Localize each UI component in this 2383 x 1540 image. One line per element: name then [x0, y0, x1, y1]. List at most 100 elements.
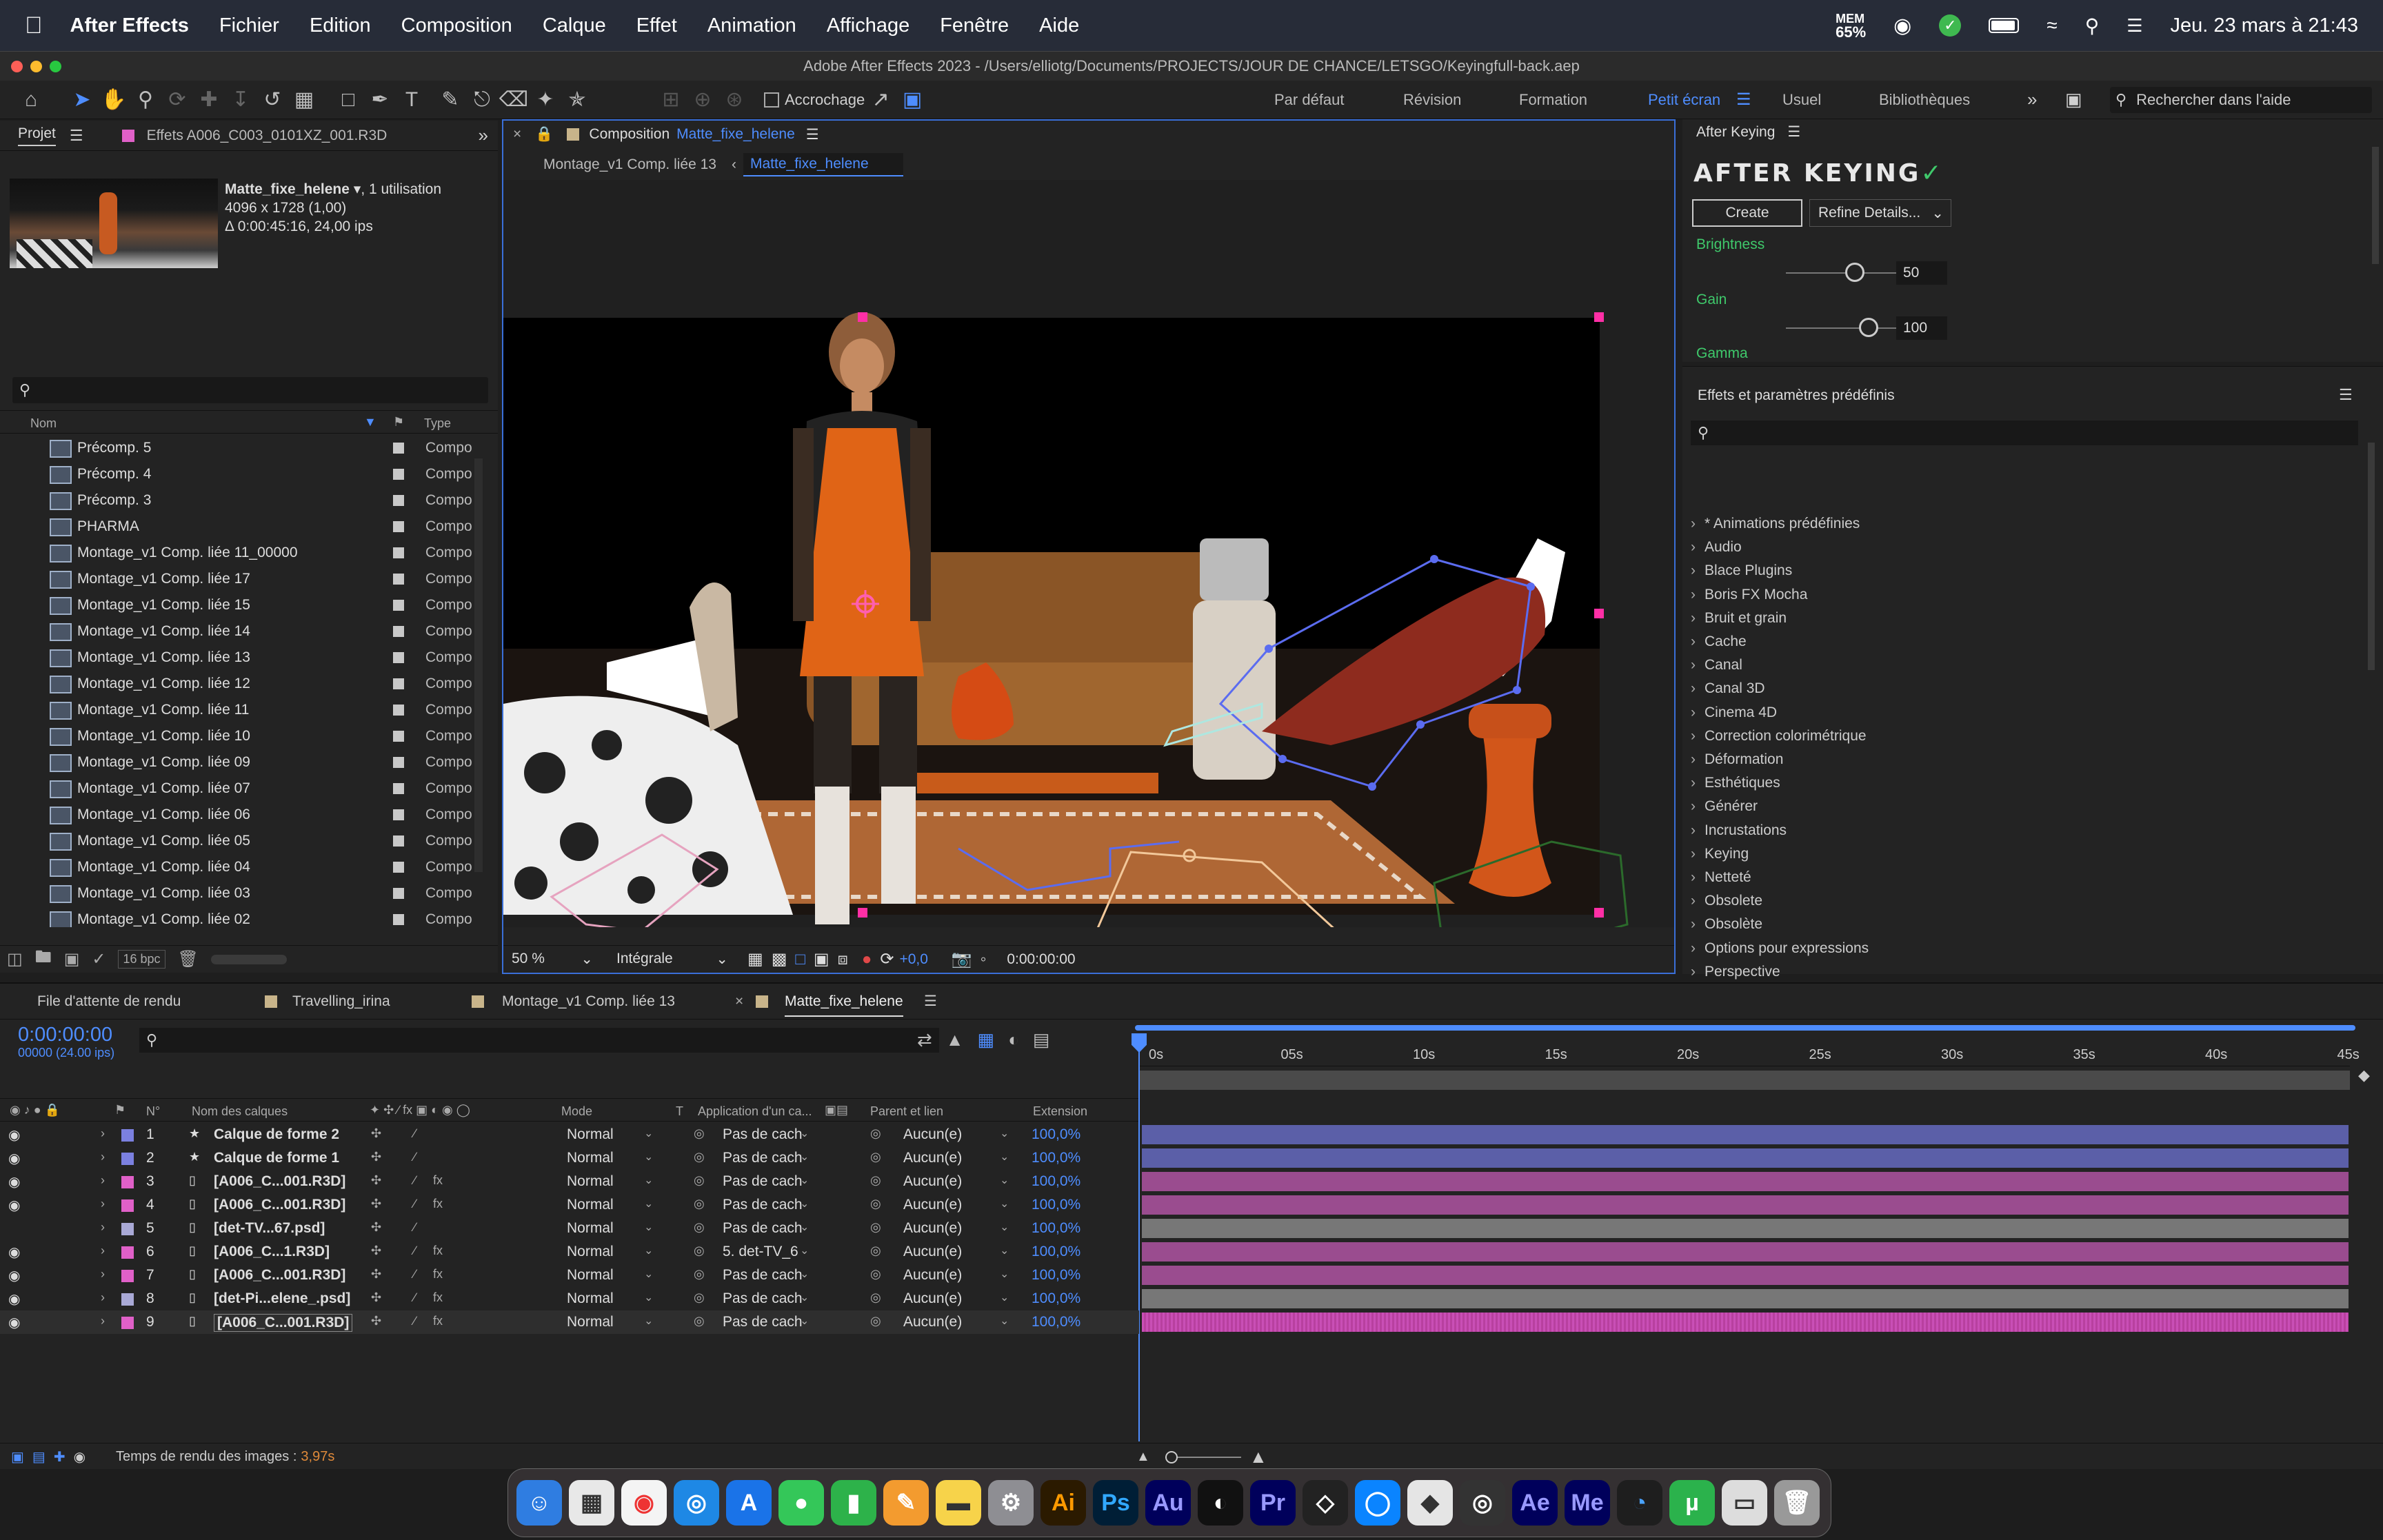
orbit-tool-icon[interactable]: ⟳ — [161, 84, 193, 116]
label-swatch[interactable] — [393, 574, 404, 585]
project-item[interactable]: Montage_v1 Comp. liée 13 Compo — [0, 645, 483, 671]
dock-r-glages-icon[interactable]: ⚙ — [988, 1480, 1034, 1526]
visibility-eye-icon[interactable]: ◉ — [8, 1126, 20, 1144]
chevron-right-icon[interactable]: › — [1691, 728, 1705, 744]
dock-numbers-icon[interactable]: ▮ — [831, 1480, 876, 1526]
chevron-right-icon[interactable]: › — [1691, 775, 1705, 791]
time-ruler[interactable] — [1139, 1035, 2350, 1066]
dropdown-icon[interactable]: ⌄ — [800, 1244, 809, 1257]
dropdown-icon[interactable]: ⌄ — [644, 1314, 653, 1328]
pickwhip-icon[interactable]: ◎ — [694, 1173, 705, 1188]
dock--torrent-icon[interactable]: µ — [1669, 1480, 1715, 1526]
parent-select[interactable]: Aucun(e) — [903, 1150, 962, 1166]
layer-duration-bar[interactable] — [1142, 1195, 2349, 1215]
workspace-bibliotheques[interactable]: Bibliothèques — [1879, 91, 1970, 109]
breadcrumb-parent[interactable]: Montage_v1 Comp. liée 13 — [543, 156, 716, 173]
track-matte-select[interactable]: Pas de cach — [723, 1197, 803, 1213]
effect-category[interactable]: › * Animations prédéfinies — [1691, 512, 1860, 536]
layer-label-swatch[interactable] — [121, 1246, 134, 1259]
status-check-icon[interactable]: ✓ — [1939, 14, 1962, 37]
label-swatch[interactable] — [393, 731, 404, 742]
effect-category[interactable]: › Canal — [1691, 654, 1742, 677]
quality-switch-icon[interactable]: ∕ — [414, 1290, 416, 1305]
layer-row[interactable]: › 5 ▯ [det-TV...67.psd] ✣ ∕ Normal ⌄ ◎ Pas de cac… — [0, 1217, 1139, 1240]
dock-unity-icon[interactable]: ◇ — [1303, 1480, 1348, 1526]
new-folder-icon[interactable]: 🖿 — [35, 945, 52, 973]
pickwhip-icon[interactable]: ◎ — [694, 1150, 705, 1164]
effect-category[interactable]: › Déformation — [1691, 748, 1783, 771]
parent-select[interactable]: Aucun(e) — [903, 1290, 962, 1307]
toggle-switches-icon[interactable]: ▣ — [11, 1448, 24, 1466]
dock-disk-icon[interactable]: ◯ — [1355, 1480, 1400, 1526]
track-matte-select[interactable]: Pas de cach — [723, 1173, 803, 1190]
layer-name[interactable]: [A006_C...001.R3D] — [214, 1314, 353, 1332]
layer-row[interactable]: ◉ › 7 ▯ [A006_C...001.R3D] ✣ ∕ fx Normal ⌄ ◎ Pas de… — [0, 1264, 1139, 1287]
pan-tool-icon[interactable]: ✚ — [193, 84, 225, 116]
minimize-window-button[interactable] — [30, 61, 42, 72]
puppet-tool-icon[interactable]: ✯ — [561, 84, 593, 116]
color-channels-icon[interactable]: ● — [862, 950, 872, 969]
col-track-matte[interactable]: Application d'un ca... — [698, 1104, 812, 1119]
chevron-right-icon[interactable]: › — [1691, 822, 1705, 839]
layer-duration-bar[interactable] — [1142, 1125, 2349, 1144]
view-axis-icon[interactable]: ⊛ — [718, 84, 750, 116]
quality-switch-icon[interactable]: ∕ — [414, 1244, 416, 1258]
parent-select[interactable]: Aucun(e) — [903, 1244, 962, 1260]
dropdown-icon[interactable]: ⌄ — [644, 1150, 653, 1164]
effect-category[interactable]: › Cache — [1691, 630, 1747, 654]
dropdown-icon[interactable]: ⌄ — [1000, 1126, 1009, 1140]
label-swatch[interactable] — [393, 547, 404, 558]
effect-category[interactable]: › Esthétiques — [1691, 771, 1780, 795]
project-search-input[interactable]: ⚲ — [12, 377, 488, 403]
dock-corbeille-icon[interactable]: 🗑 — [1774, 1480, 1820, 1526]
chevron-right-icon[interactable]: › — [1691, 680, 1705, 697]
project-item[interactable]: Montage_v1 Comp. liée 11 Compo — [0, 697, 483, 723]
chevron-right-icon[interactable]: › — [1691, 657, 1705, 673]
fx-switch-icon[interactable]: fx — [433, 1244, 443, 1258]
shy-switch-icon[interactable]: ✣ — [371, 1173, 381, 1188]
layer-name[interactable]: [det-Pi...elene_.psd] — [214, 1290, 350, 1307]
dock-ae-icon[interactable]: Ae — [1512, 1480, 1558, 1526]
fx-switch-icon[interactable]: fx — [433, 1290, 443, 1305]
dropdown-icon[interactable]: ⌄ — [644, 1244, 653, 1257]
project-item[interactable]: Montage_v1 Comp. liée 06 Compo — [0, 802, 483, 828]
parent-select[interactable]: Aucun(e) — [903, 1314, 962, 1330]
layer-stretch[interactable]: 100,0% — [1032, 1267, 1080, 1284]
selection-tool-icon[interactable]: ➤ — [66, 84, 98, 116]
dock-aper-u-icon[interactable]: ▭ — [1722, 1480, 1767, 1526]
dock-pages-icon[interactable]: ✎ — [883, 1480, 929, 1526]
col-name[interactable]: Nom — [30, 416, 57, 431]
workspace-petit-ecran[interactable]: Petit écran — [1648, 91, 1720, 109]
layer-search-input[interactable]: ⚲ — [139, 1028, 939, 1053]
ep-panel-menu-icon[interactable]: ☰ — [2339, 386, 2353, 404]
menu-effet[interactable]: Effet — [636, 14, 677, 37]
quality-switch-icon[interactable]: ∕ — [414, 1126, 416, 1141]
quality-switch-icon[interactable]: ∕ — [414, 1173, 416, 1188]
lock-icon[interactable]: 🔒 — [535, 126, 553, 143]
chevron-right-icon[interactable]: › — [1691, 563, 1705, 579]
create-button[interactable]: Create — [1692, 199, 1802, 227]
dropdown-icon[interactable]: ⌄ — [1000, 1173, 1009, 1187]
pickwhip-icon[interactable]: ◎ — [694, 1197, 705, 1211]
visibility-off[interactable] — [8, 1220, 21, 1233]
shy-switch-icon[interactable]: ✣ — [371, 1290, 381, 1305]
visibility-eye-icon[interactable]: ◉ — [8, 1173, 20, 1191]
dock-pr-icon[interactable]: Pr — [1250, 1480, 1296, 1526]
snap-toggle[interactable]: Accrochage — [764, 91, 865, 109]
parent-select[interactable]: Aucun(e) — [903, 1173, 962, 1190]
dock-ai-icon[interactable]: Ai — [1040, 1480, 1086, 1526]
panel-layout-icon[interactable]: ▣ — [2065, 89, 2082, 110]
layer-stretch[interactable]: 100,0% — [1032, 1150, 1080, 1166]
pickwhip-icon[interactable]: ◎ — [694, 1220, 705, 1235]
layer-mode-select[interactable]: Normal — [567, 1126, 614, 1143]
transparency-grid-icon[interactable]: ▩ — [772, 949, 787, 969]
effect-category[interactable]: › Bruit et grain — [1691, 607, 1787, 630]
parent-pickwhip-icon[interactable]: ◎ — [870, 1290, 881, 1305]
workspace-formation[interactable]: Formation — [1519, 91, 1587, 109]
layer-row[interactable]: ◉ › 9 ▯ [A006_C...001.R3D] ✣ ∕ fx Normal ⌄ ◎ Pas de… — [0, 1310, 1139, 1334]
expand-chevron-icon[interactable]: › — [101, 1197, 105, 1211]
layer-name[interactable]: [A006_C...001.R3D] — [214, 1267, 345, 1284]
dock-finder-icon[interactable]: ☺ — [516, 1480, 562, 1526]
effect-category[interactable]: › Obsolète — [1691, 913, 1762, 936]
effect-category[interactable]: › Blace Plugins — [1691, 559, 1792, 582]
